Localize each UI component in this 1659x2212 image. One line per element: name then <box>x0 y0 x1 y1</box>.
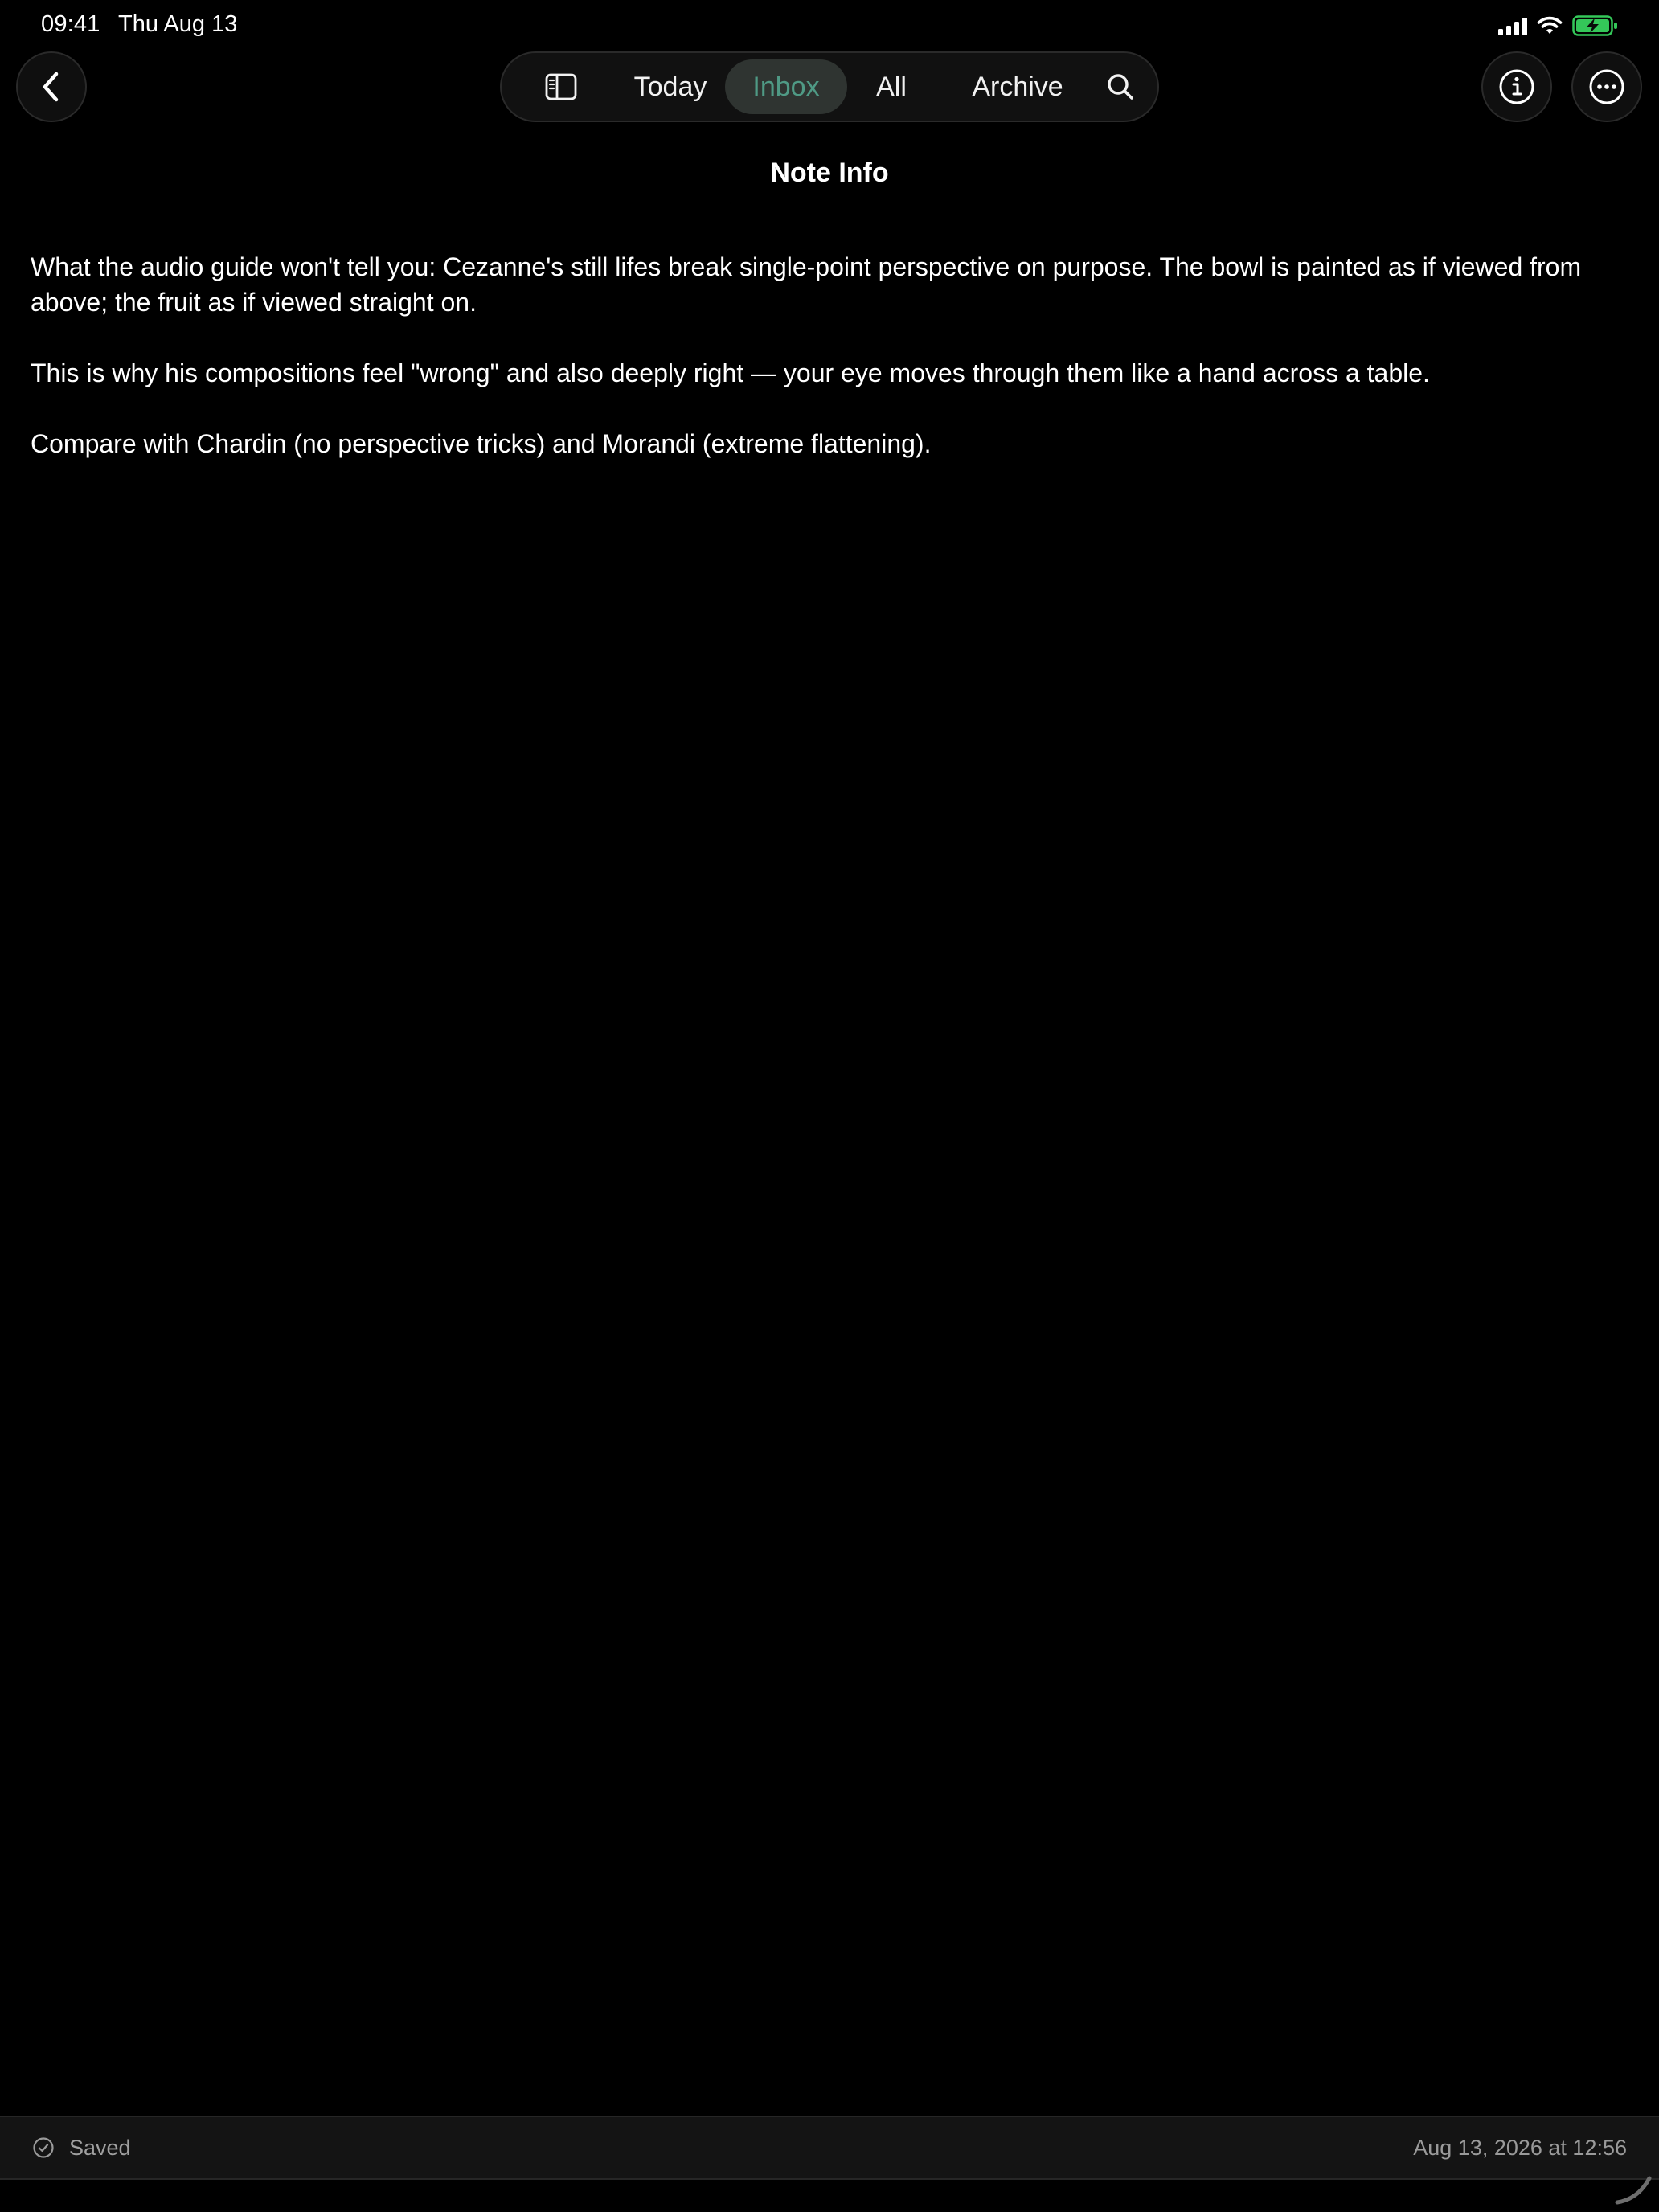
battery-charging-icon <box>1572 15 1617 36</box>
status-bar: 09:41 Thu Aug 13 <box>0 0 1659 51</box>
save-status: Saved <box>32 2117 131 2178</box>
tab-archive[interactable]: Archive <box>945 59 1090 114</box>
ellipsis-icon <box>1589 69 1624 104</box>
chevron-left-icon <box>43 72 59 102</box>
tab-today[interactable]: Today <box>606 59 735 114</box>
page-title: Note Info <box>770 158 889 188</box>
note-paragraph: This is why his compositions feel "wrong… <box>31 358 1430 387</box>
wifi-icon <box>1537 16 1563 34</box>
checkmark-circle-icon <box>32 2136 55 2159</box>
cellular-signal-icon <box>1498 16 1527 35</box>
status-date: Thu Aug 13 <box>118 11 238 37</box>
status-time: 09:41 <box>41 11 100 37</box>
sidebar-toggle-button[interactable] <box>532 59 590 114</box>
back-button[interactable] <box>16 51 87 122</box>
search-icon <box>1108 74 1133 100</box>
note-paragraph: What the audio guide won't tell you: Cez… <box>31 252 1582 317</box>
more-options-button[interactable] <box>1571 51 1642 122</box>
note-info-button[interactable] <box>1481 51 1552 122</box>
last-modified-timestamp: Aug 13, 2026 at 12:56 <box>1413 2135 1627 2160</box>
view-switcher: Today Inbox All Archive <box>500 51 1159 122</box>
info-icon <box>1499 69 1534 104</box>
status-icons <box>1498 14 1619 37</box>
resize-handle-icon[interactable] <box>1614 2173 1653 2206</box>
note-paragraph: Compare with Chardin (no perspective tri… <box>31 429 932 458</box>
sidebar-toggle-icon <box>545 73 577 100</box>
save-status-label: Saved <box>69 2135 131 2160</box>
note-body[interactable]: What the audio guide won't tell you: Cez… <box>31 249 1606 497</box>
tab-inbox[interactable]: Inbox <box>725 59 847 114</box>
footer-bar: Saved Aug 13, 2026 at 12:56 <box>0 2116 1659 2180</box>
search-button[interactable] <box>1098 59 1143 114</box>
tab-all[interactable]: All <box>855 59 928 114</box>
